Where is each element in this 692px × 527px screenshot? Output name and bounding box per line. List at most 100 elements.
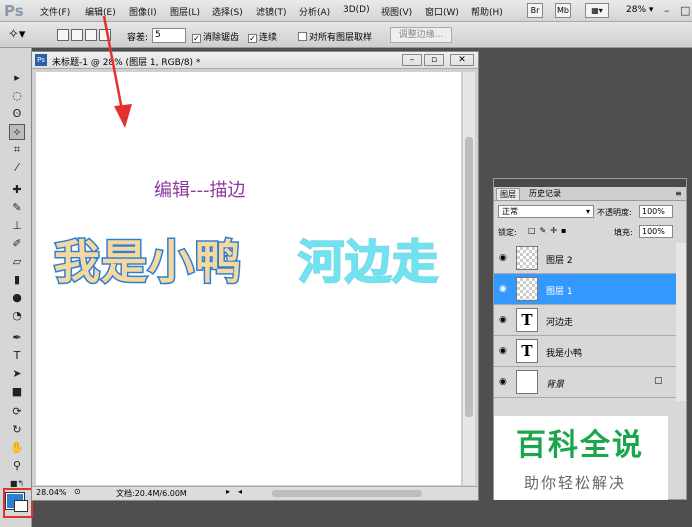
tab-history[interactable]: 历史记录 [526,188,564,201]
eye-icon[interactable]: ◉ [499,253,507,263]
layer-row[interactable]: ◉ 图层 2 [494,243,676,274]
menu-select[interactable]: 选择(S) [212,5,243,18]
eye-icon[interactable]: ◉ [499,315,507,325]
eraser-tool-icon[interactable]: ▱ [9,254,25,270]
sample-all-checkbox[interactable]: 对所有图层取样 [298,30,372,43]
lock-label: 锁定: [498,228,517,237]
dodge-tool-icon[interactable]: ◔ [9,308,25,324]
check-icon: ✓ [192,34,201,43]
stroked-title-text: 我是小鸭 [53,234,243,291]
scroll-left-icon[interactable]: ◂ [238,487,242,496]
horizontal-scroll-thumb[interactable] [272,490,422,497]
layer-row-selected[interactable]: ◉ 图层 1 [494,274,676,305]
move-tool-icon[interactable]: ▸ [9,70,25,86]
shape-tool-icon[interactable]: ■ [9,384,25,400]
doc-info: 文档:20.4M/6.00M [116,489,187,498]
lock-icon: ▢ [654,376,663,386]
brush-tool-icon[interactable]: ✎ [9,200,25,216]
magic-wand-icon[interactable]: ✧▾ [8,27,25,42]
zoom-status[interactable]: 28.04% [36,488,67,497]
type-layer-icon: T [516,339,538,363]
menu-layer[interactable]: 图层(L) [170,5,200,18]
layer-name: 河边走 [546,318,574,328]
app-close-icon[interactable]: □ [680,4,690,17]
layer-row[interactable]: ◉ 背景 ▢ [494,367,676,398]
status-menu-arrow-icon[interactable]: ▸ [226,487,230,496]
layer-name: 背景 [546,380,565,390]
fill-input[interactable]: 100% [639,225,673,238]
magic-wand-tool-icon[interactable]: ✧ [9,124,25,140]
ps-logo: Ps [4,2,24,20]
ps-doc-icon: Ps [35,54,47,66]
doc-restore-icon[interactable]: ▫ [424,54,444,66]
layer-thumbnail [516,246,538,270]
eye-icon[interactable]: ◉ [499,377,507,387]
layer-name: 图层 1 [546,287,573,297]
toolbox: ▸ ◌ ʘ ✧ ⌗ ⁄ ✚ ✎ ⊥ ✐ ▱ ▮ ● ◔ ✒ T ➤ ■ ⟳ ↻ … [0,48,32,527]
3d-orbit-icon[interactable]: ↻ [9,422,25,438]
menu-3d[interactable]: 3D(D) [343,5,370,15]
tab-layers[interactable]: 图层 [496,188,520,201]
panel-header[interactable] [494,179,686,187]
lasso-tool-icon[interactable]: ʘ [9,106,25,122]
zoom-dropdown[interactable]: 28% ▾ [626,5,653,15]
canvas[interactable]: 编辑---描边 我是小鸭 河边走 [36,72,461,485]
3d-rotate-icon[interactable]: ⟳ [9,404,25,420]
antialias-checkbox[interactable]: ✓ 消除锯齿 [192,30,239,43]
stamp-tool-icon[interactable]: ⊥ [9,218,25,234]
status-icon[interactable]: ⊙ [74,487,81,496]
eyedropper-tool-icon[interactable]: ⁄ [9,160,25,176]
bridge-button[interactable]: Br [527,3,543,18]
lock-icons[interactable]: □✎✛▪ [528,226,570,235]
menu-window[interactable]: 窗口(W) [425,5,459,18]
watermark-title: 百科全说 [516,428,644,463]
vertical-scroll-thumb[interactable] [465,137,473,417]
hand-tool-icon[interactable]: ✋ [9,440,25,456]
menu-help[interactable]: 帮助(H) [471,5,503,18]
red-arrow-icon [102,15,132,128]
history-brush-icon[interactable]: ✐ [9,236,25,252]
menu-filter[interactable]: 滤镜(T) [256,5,287,18]
menu-view[interactable]: 视图(V) [381,5,412,18]
layer-row[interactable]: ◉ T 河边走 [494,305,676,336]
gradient-tool-icon[interactable]: ▮ [9,272,25,288]
layers-scrollbar[interactable] [676,243,686,401]
panel-tabs: 图层 历史记录 ≡ [494,187,686,201]
menu-file[interactable]: 文件(F) [40,5,70,18]
status-bar: 28.04% ⊙ 文档:20.4M/6.00M ▸ ◂ [32,486,478,500]
layer-thumbnail [516,370,538,394]
zoom-tool-icon[interactable]: ⚲ [9,458,25,474]
panel-menu-icon[interactable]: ≡ [672,188,685,201]
menu-analysis[interactable]: 分析(A) [299,5,330,18]
layer-row[interactable]: ◉ T 我是小鸭 [494,336,676,367]
cyan-title-text: 河边走 [297,234,439,290]
crop-tool-icon[interactable]: ⌗ [9,142,25,158]
contiguous-checkbox[interactable]: ✓ 连续 [248,30,277,43]
arrange-docs-icon[interactable]: ▦▾ [585,3,609,18]
minimize-icon[interactable]: – [664,4,670,17]
annotation-text: 编辑---描边 [154,180,246,201]
refine-edge-button[interactable]: 调整边缘... [390,27,452,43]
check-icon: ✓ [248,34,257,43]
fill-label: 填充: [614,228,633,237]
opacity-label: 不透明度: [597,208,632,217]
pen-tool-icon[interactable]: ✒ [9,330,25,346]
doc-minimize-icon[interactable]: – [402,54,422,66]
tolerance-input[interactable]: 5 [152,28,186,43]
add-selection-icon[interactable] [71,29,83,41]
blur-tool-icon[interactable]: ● [9,290,25,306]
new-selection-icon[interactable] [57,29,69,41]
healing-tool-icon[interactable]: ✚ [9,182,25,198]
path-select-icon[interactable]: ➤ [9,366,25,382]
blend-mode-select[interactable]: 正常 ▾ [498,205,594,218]
subtract-selection-icon[interactable] [85,29,97,41]
doc-close-icon[interactable]: ✕ [450,54,474,66]
type-tool-icon[interactable]: T [9,348,25,364]
eye-icon[interactable]: ◉ [499,346,507,356]
mini-bridge-button[interactable]: Mb [555,3,571,18]
opacity-input[interactable]: 100% [639,205,673,218]
marquee-tool-icon[interactable]: ◌ [9,88,25,104]
eye-icon[interactable]: ◉ [499,284,507,294]
highlight-box [3,488,33,518]
type-layer-icon: T [516,308,538,332]
